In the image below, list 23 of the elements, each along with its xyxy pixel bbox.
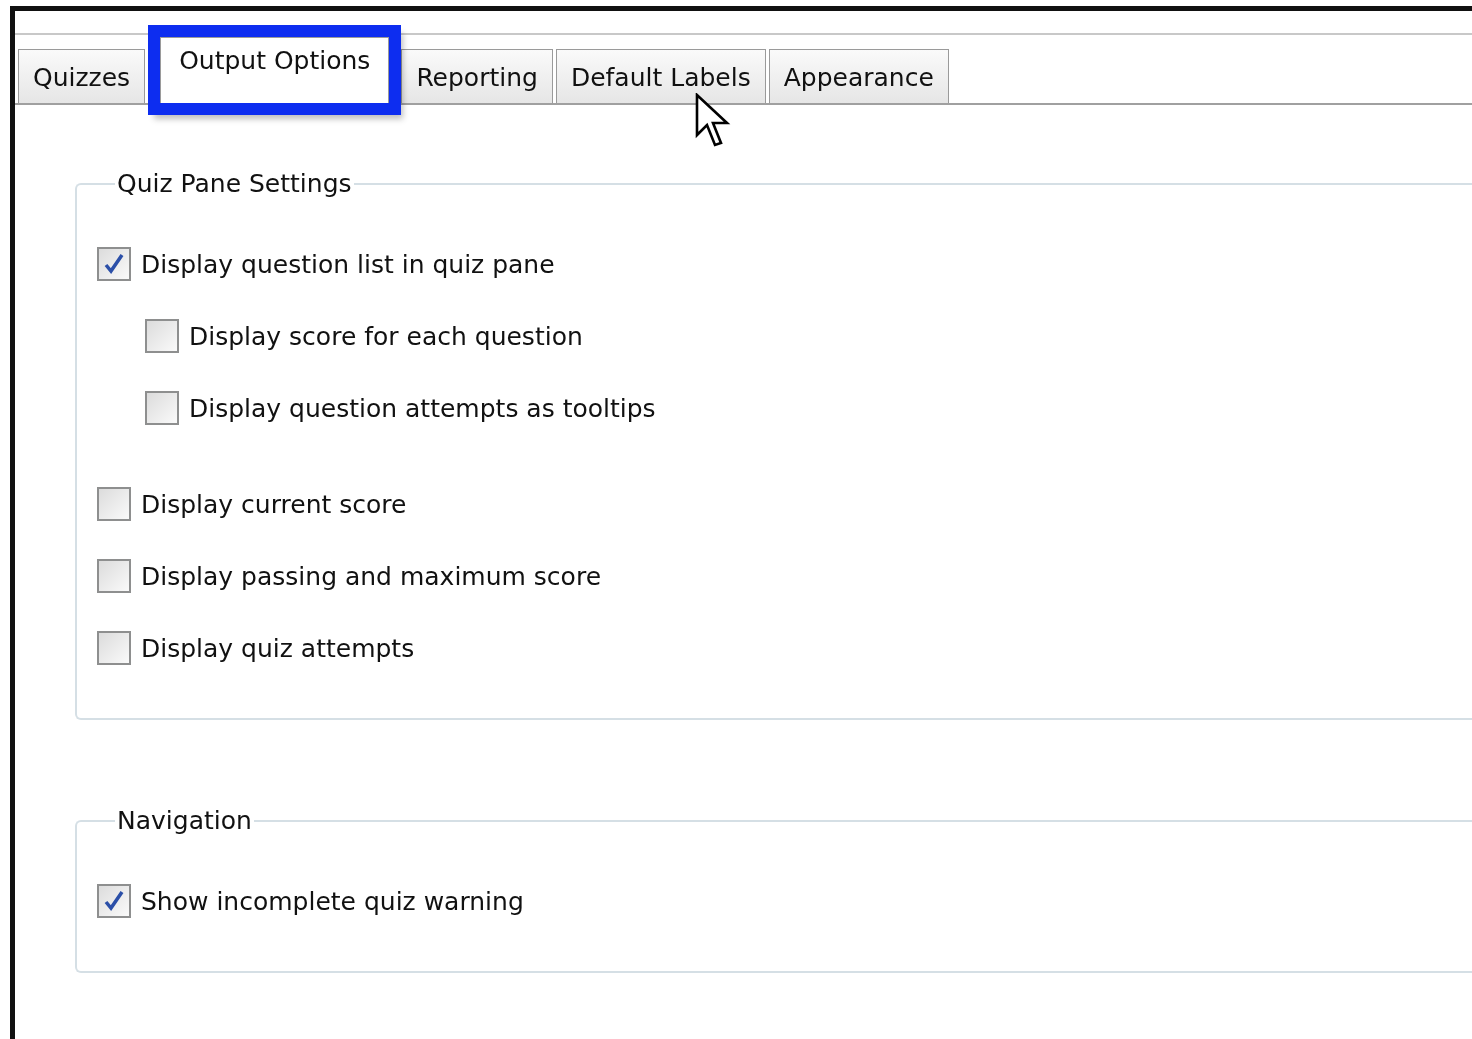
checkmark-icon <box>102 889 126 913</box>
checkbox-label: Display passing and maximum score <box>141 561 601 591</box>
group-title: Quiz Pane Settings <box>116 169 353 198</box>
group-title: Navigation <box>116 806 253 835</box>
checkbox[interactable] <box>97 487 131 521</box>
checkbox-label: Display question attempts as tooltips <box>189 393 656 423</box>
checkmark-icon <box>102 252 126 276</box>
tab[interactable]: Reporting <box>401 49 553 103</box>
tab[interactable]: Appearance <box>768 49 949 103</box>
checkbox[interactable] <box>145 319 179 353</box>
checkbox[interactable] <box>97 559 131 593</box>
pointer-cursor-icon <box>695 93 731 149</box>
checkbox-label: Display current score <box>141 489 407 519</box>
checkbox-label: Display quiz attempts <box>141 633 415 663</box>
checkbox-label: Display score for each question <box>189 321 583 351</box>
checkbox[interactable] <box>97 247 131 281</box>
checkbox-label: Show incomplete quiz warning <box>141 886 524 916</box>
tab[interactable]: Default Labels <box>555 49 766 103</box>
tab[interactable]: Quizzes <box>18 49 146 103</box>
checkbox[interactable] <box>145 391 179 425</box>
checkbox[interactable] <box>97 884 131 918</box>
checkbox-label: Display question list in quiz pane <box>141 249 555 279</box>
checkbox[interactable] <box>97 631 131 665</box>
